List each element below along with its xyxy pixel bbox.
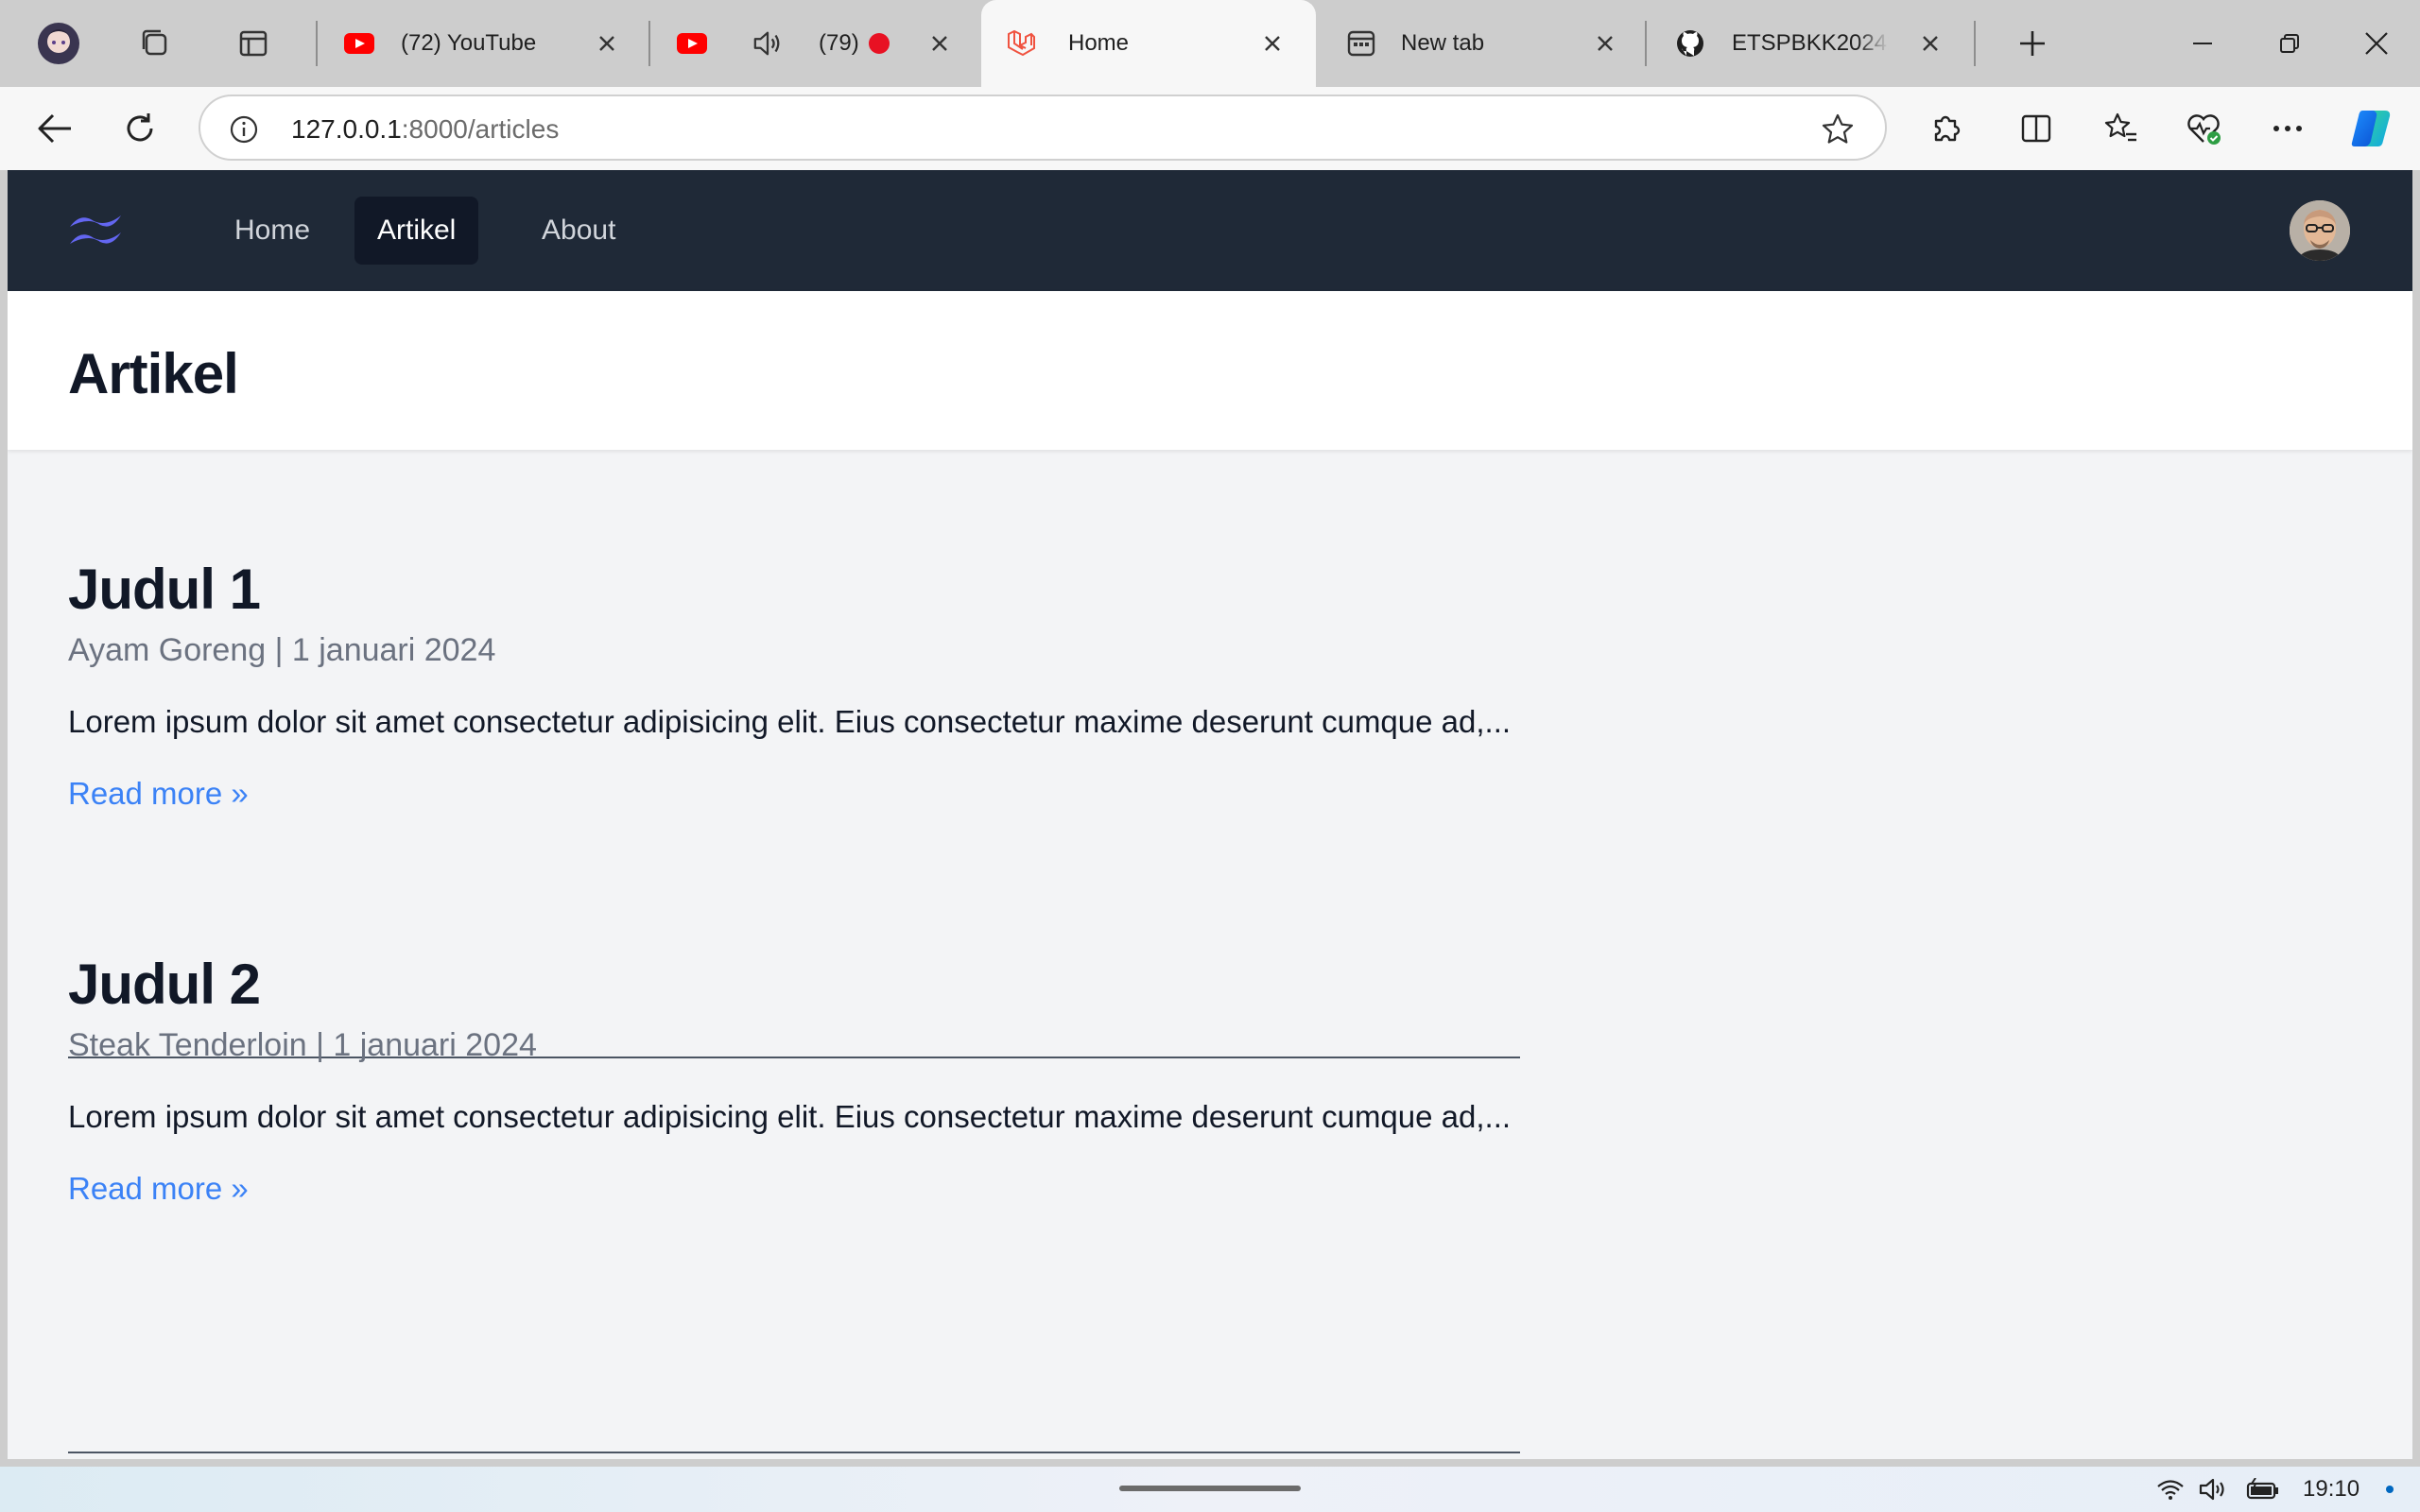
reload-button[interactable]	[113, 102, 166, 155]
battery-charging-icon[interactable]	[2244, 1476, 2282, 1503]
article-meta: Steak Tenderloin | 1 januari 2024	[68, 1027, 537, 1063]
tab-home-active[interactable]: Home	[981, 0, 1316, 87]
tab-title: New tab	[1401, 30, 1485, 56]
close-tab-icon[interactable]	[1915, 28, 1945, 59]
workspaces-icon	[142, 29, 167, 56]
tab-title: (72) YouTube	[401, 30, 537, 56]
tab-github[interactable]: ETSPBKK202420	[1652, 0, 1974, 87]
tab-separator	[1974, 21, 1976, 66]
site-navbar: Home Artikel About	[8, 170, 2412, 291]
heart-health-icon	[2187, 114, 2221, 145]
youtube-icon	[677, 28, 707, 59]
url-path: :8000/articles	[401, 114, 560, 144]
new-tab-icon	[1346, 28, 1376, 59]
url-text[interactable]: 127.0.0.1:8000/articles	[291, 113, 559, 146]
article-item: Judul 1 Ayam Goreng | 1 januari 2024 Lor…	[68, 558, 1520, 1058]
nav-link-home[interactable]: Home	[212, 197, 333, 265]
taskbar-clock[interactable]: 19:10	[2303, 1474, 2360, 1504]
tab-title: ETSPBKK202420	[1732, 30, 1889, 56]
close-tab-icon[interactable]	[592, 28, 622, 59]
close-tab-icon[interactable]	[925, 28, 955, 59]
favorites-list-icon	[2104, 112, 2136, 142]
nav-link-about[interactable]: About	[519, 197, 638, 265]
more-dots-icon	[2273, 126, 2302, 131]
extensions-button[interactable]	[1919, 102, 1972, 155]
volume-icon[interactable]	[2197, 1476, 2231, 1503]
taskbar-handle[interactable]	[1119, 1486, 1301, 1491]
restore-button[interactable]	[2263, 17, 2316, 70]
back-button[interactable]	[28, 102, 81, 155]
github-icon	[1675, 28, 1705, 59]
favorites-button[interactable]	[2095, 102, 2148, 155]
tab-separator	[1645, 21, 1647, 66]
settings-more-button[interactable]	[2261, 102, 2314, 155]
plus-icon	[2020, 31, 2045, 56]
minimize-icon	[2193, 43, 2212, 44]
copilot-icon	[2351, 111, 2391, 146]
copilot-button[interactable]	[2344, 102, 2397, 155]
browser-tab-strip: (72) YouTube (79) Home New tab ETSPBKK20…	[0, 0, 2420, 87]
youtube-icon	[344, 28, 374, 59]
back-arrow-icon	[38, 113, 71, 144]
browser-toolbar: 127.0.0.1:8000/articles	[0, 87, 2420, 170]
tailwind-logo-icon[interactable]	[66, 210, 127, 251]
speaker-icon[interactable]	[752, 28, 783, 59]
read-more-link[interactable]: Read more »	[68, 773, 249, 815]
address-bar[interactable]: 127.0.0.1:8000/articles	[199, 94, 1887, 161]
tab-separator	[316, 21, 318, 66]
article-title[interactable]: Judul 1	[68, 558, 1520, 622]
restore-icon	[2280, 34, 2299, 53]
reload-icon	[127, 113, 153, 142]
article-meta: Ayam Goreng | 1 januari 2024	[68, 632, 496, 668]
browser-essentials-button[interactable]	[2178, 102, 2231, 155]
favorite-star-icon[interactable]	[1821, 112, 1855, 146]
workspaces-button[interactable]	[129, 17, 182, 70]
read-more-link[interactable]: Read more »	[68, 1168, 249, 1210]
tab-youtube-playing[interactable]: (79)	[654, 0, 974, 87]
tab-separator	[648, 21, 650, 66]
url-host: 127.0.0.1	[291, 114, 402, 144]
split-screen-button[interactable]	[2010, 102, 2063, 155]
close-tab-icon[interactable]	[1257, 28, 1288, 59]
close-tab-icon[interactable]	[1590, 28, 1620, 59]
page-title: Artikel	[68, 342, 239, 405]
page-header: Artikel	[8, 291, 2412, 450]
laravel-icon	[1006, 28, 1036, 59]
split-screen-icon	[2021, 114, 2051, 143]
profile-avatar-icon	[38, 23, 79, 64]
nav-link-artikel[interactable]: Artikel	[354, 197, 479, 265]
article-title[interactable]: Judul 2	[68, 953, 1520, 1017]
profile-avatar-button[interactable]	[32, 17, 85, 70]
puzzle-icon	[1934, 115, 1961, 142]
site-info-icon[interactable]	[229, 114, 259, 145]
taskbar: 19:10	[0, 1467, 2420, 1512]
notification-indicator[interactable]	[2386, 1486, 2394, 1493]
user-photo-icon	[2290, 200, 2350, 261]
tab-new-tab[interactable]: New tab	[1323, 0, 1643, 87]
article-item: Judul 2 Steak Tenderloin | 1 januari 202…	[68, 953, 1520, 1453]
page-viewport: Home Artikel About Artikel Judul 1 Ayam …	[8, 170, 2412, 1459]
close-window-button[interactable]	[2350, 17, 2403, 70]
recording-icon	[864, 28, 894, 59]
article-excerpt: Lorem ipsum dolor sit amet consectetur a…	[68, 1099, 1512, 1134]
tab-title: Home	[1068, 30, 1130, 56]
user-avatar[interactable]	[2290, 200, 2350, 261]
close-icon	[2365, 32, 2388, 55]
vertical-tabs-button[interactable]	[227, 17, 280, 70]
new-tab-button[interactable]	[2006, 17, 2059, 70]
article-divider	[68, 1452, 1520, 1453]
article-excerpt: Lorem ipsum dolor sit amet consectetur a…	[68, 704, 1512, 739]
minimize-button[interactable]	[2176, 17, 2229, 70]
wifi-icon[interactable]	[2155, 1476, 2186, 1503]
tab-actions-icon	[239, 30, 268, 57]
tab-youtube[interactable]: (72) YouTube	[321, 0, 641, 87]
